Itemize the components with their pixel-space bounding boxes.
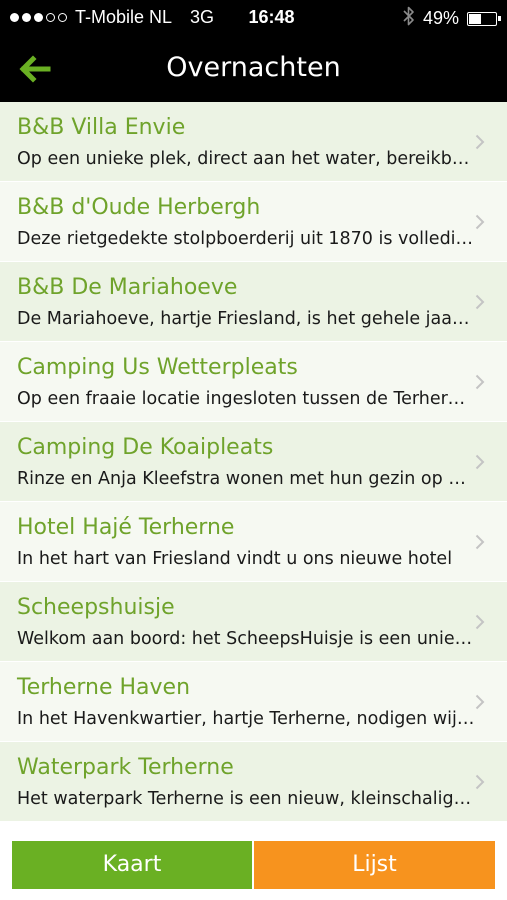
battery-fill bbox=[469, 13, 481, 24]
bluetooth-icon bbox=[403, 6, 415, 31]
chevron-right-icon bbox=[475, 454, 485, 470]
list-item-title: Waterpark Terherne bbox=[17, 755, 234, 780]
list-item-description: De Mariahoeve, hartje Friesland, is het … bbox=[17, 309, 475, 329]
list-item-description: Deze rietgedekte stolpboerderij uit 1870… bbox=[17, 229, 475, 249]
list-item[interactable]: Hotel Hajé Terherne In het hart van Fries… bbox=[0, 502, 507, 582]
list-item-title: Camping De Koaipleats bbox=[17, 435, 274, 460]
list-item-description: Op een fraaie locatie ingesloten tussen … bbox=[17, 389, 475, 409]
list-item-description: In het Havenkwartier, hartje Terherne, n… bbox=[17, 709, 475, 729]
list-item[interactable]: Camping De Koaipleats Rinze en Anja Kleef… bbox=[0, 422, 507, 502]
kaart-button[interactable]: Kaart bbox=[12, 841, 252, 889]
chevron-right-icon bbox=[475, 134, 485, 150]
list-item[interactable]: Camping Us Wetterpleats Op een fraaie loc… bbox=[0, 342, 507, 422]
list-item-title: B&B Villa Envie bbox=[17, 115, 186, 140]
list-item-description: Het waterpark Terherne is een nieuw, kle… bbox=[17, 789, 475, 809]
accommodation-list: B&B Villa Envie Op een unieke plek, direc… bbox=[0, 102, 507, 822]
chevron-right-icon bbox=[475, 614, 485, 630]
list-item-title: Camping Us Wetterpleats bbox=[17, 355, 298, 380]
bottom-tab-bar: Kaart Lijst bbox=[0, 832, 507, 900]
list-item[interactable]: Waterpark Terherne Het waterpark Terherne… bbox=[0, 742, 507, 822]
chevron-right-icon bbox=[475, 774, 485, 790]
chevron-right-icon bbox=[475, 374, 485, 390]
chevron-right-icon bbox=[475, 534, 485, 550]
chevron-right-icon bbox=[475, 694, 485, 710]
list-item[interactable]: Scheepshuisje Welkom aan boord: het Schee… bbox=[0, 582, 507, 662]
list-item-title: B&B De Mariahoeve bbox=[17, 275, 238, 300]
chevron-right-icon bbox=[475, 214, 485, 230]
status-time: 16:48 bbox=[248, 7, 295, 27]
navigation-bar: Overnachten bbox=[0, 36, 507, 102]
list-item-title: Terherne Haven bbox=[17, 675, 191, 700]
list-item-title: Hotel Hajé Terherne bbox=[17, 515, 235, 540]
page-title: Overnachten bbox=[166, 52, 341, 83]
list-item-description: Rinze en Anja Kleefstra wonen met hun ge… bbox=[17, 469, 475, 489]
list-item[interactable]: B&B d'Oude Herbergh Deze rietgedekte stol… bbox=[0, 182, 507, 262]
list-item-title: Scheepshuisje bbox=[17, 595, 175, 620]
status-bar: T-Mobile NL 3G 16:48 49% bbox=[0, 0, 507, 36]
lijst-button[interactable]: Lijst bbox=[254, 841, 495, 889]
chevron-right-icon bbox=[475, 294, 485, 310]
list-item-description: Welkom aan boord: het ScheepsHuisje is e… bbox=[17, 629, 475, 649]
list-item[interactable]: B&B De Mariahoeve De Mariahoeve, hartje F… bbox=[0, 262, 507, 342]
list-item-title: B&B d'Oude Herbergh bbox=[17, 195, 261, 220]
list-item[interactable]: Terherne Haven In het Havenkwartier, hart… bbox=[0, 662, 507, 742]
list-item[interactable]: B&B Villa Envie Op een unieke plek, direc… bbox=[0, 102, 507, 182]
battery-percent: 49% bbox=[422, 8, 459, 28]
bluetooth-glyph bbox=[403, 6, 414, 26]
battery-nub bbox=[498, 15, 501, 21]
battery-icon bbox=[467, 11, 501, 26]
list-item-description: In het hart van Friesland vindt u ons ni… bbox=[17, 549, 453, 569]
status-right: 49% bbox=[403, 6, 501, 31]
list-item-description: Op een unieke plek, direct aan het water… bbox=[17, 149, 475, 169]
